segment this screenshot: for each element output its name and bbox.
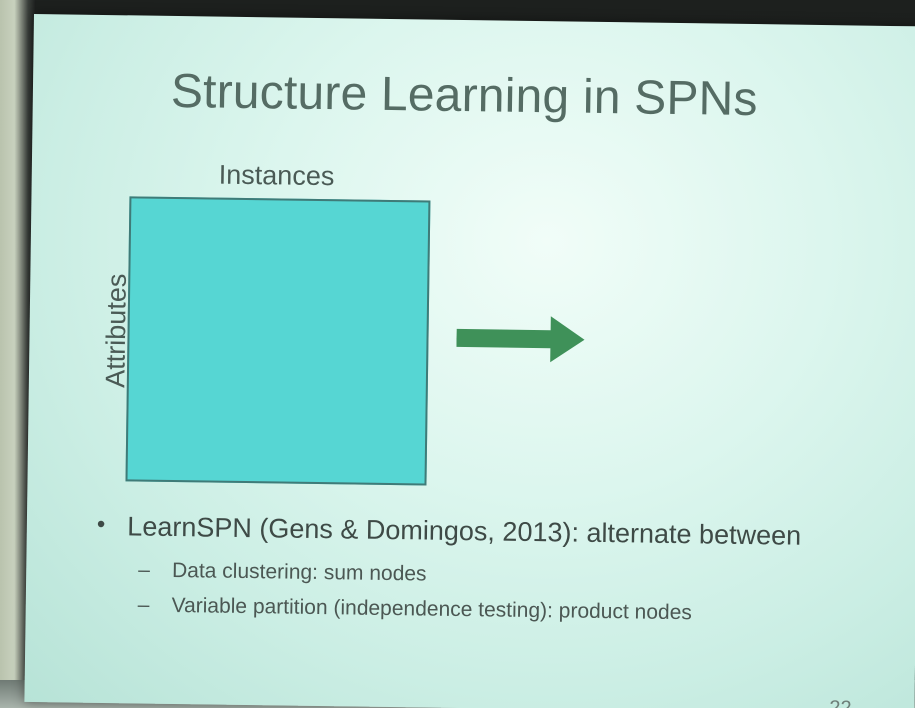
instances-label: Instances	[218, 159, 335, 192]
photo-scene: Structure Learning in SPNs Instances Att…	[0, 0, 915, 708]
sub-bullet-text: Data clustering: sum nodes	[171, 558, 427, 586]
slide-title: Structure Learning in SPNs	[170, 64, 759, 127]
sub-bullet-clustering: – Data clustering: sum nodes	[138, 559, 427, 587]
main-bullet: • LearnSPN (Gens & Domingos, 2013): alte…	[97, 511, 802, 552]
data-matrix-box	[125, 196, 431, 486]
sub-bullet-text: Variable partition (independence testing…	[171, 593, 693, 625]
sub-bullet-partition: – Variable partition (independence testi…	[138, 594, 692, 626]
presentation-slide: Structure Learning in SPNs Instances Att…	[24, 14, 915, 708]
slide-number: 22	[829, 697, 852, 708]
bullet-text: LearnSPN (Gens & Domingos, 2013): altern…	[127, 511, 802, 551]
right-arrow-icon	[456, 316, 585, 363]
sub-bullet-marker: –	[138, 558, 151, 582]
sub-bullet-marker: –	[137, 593, 150, 617]
bullet-marker: •	[96, 510, 106, 539]
